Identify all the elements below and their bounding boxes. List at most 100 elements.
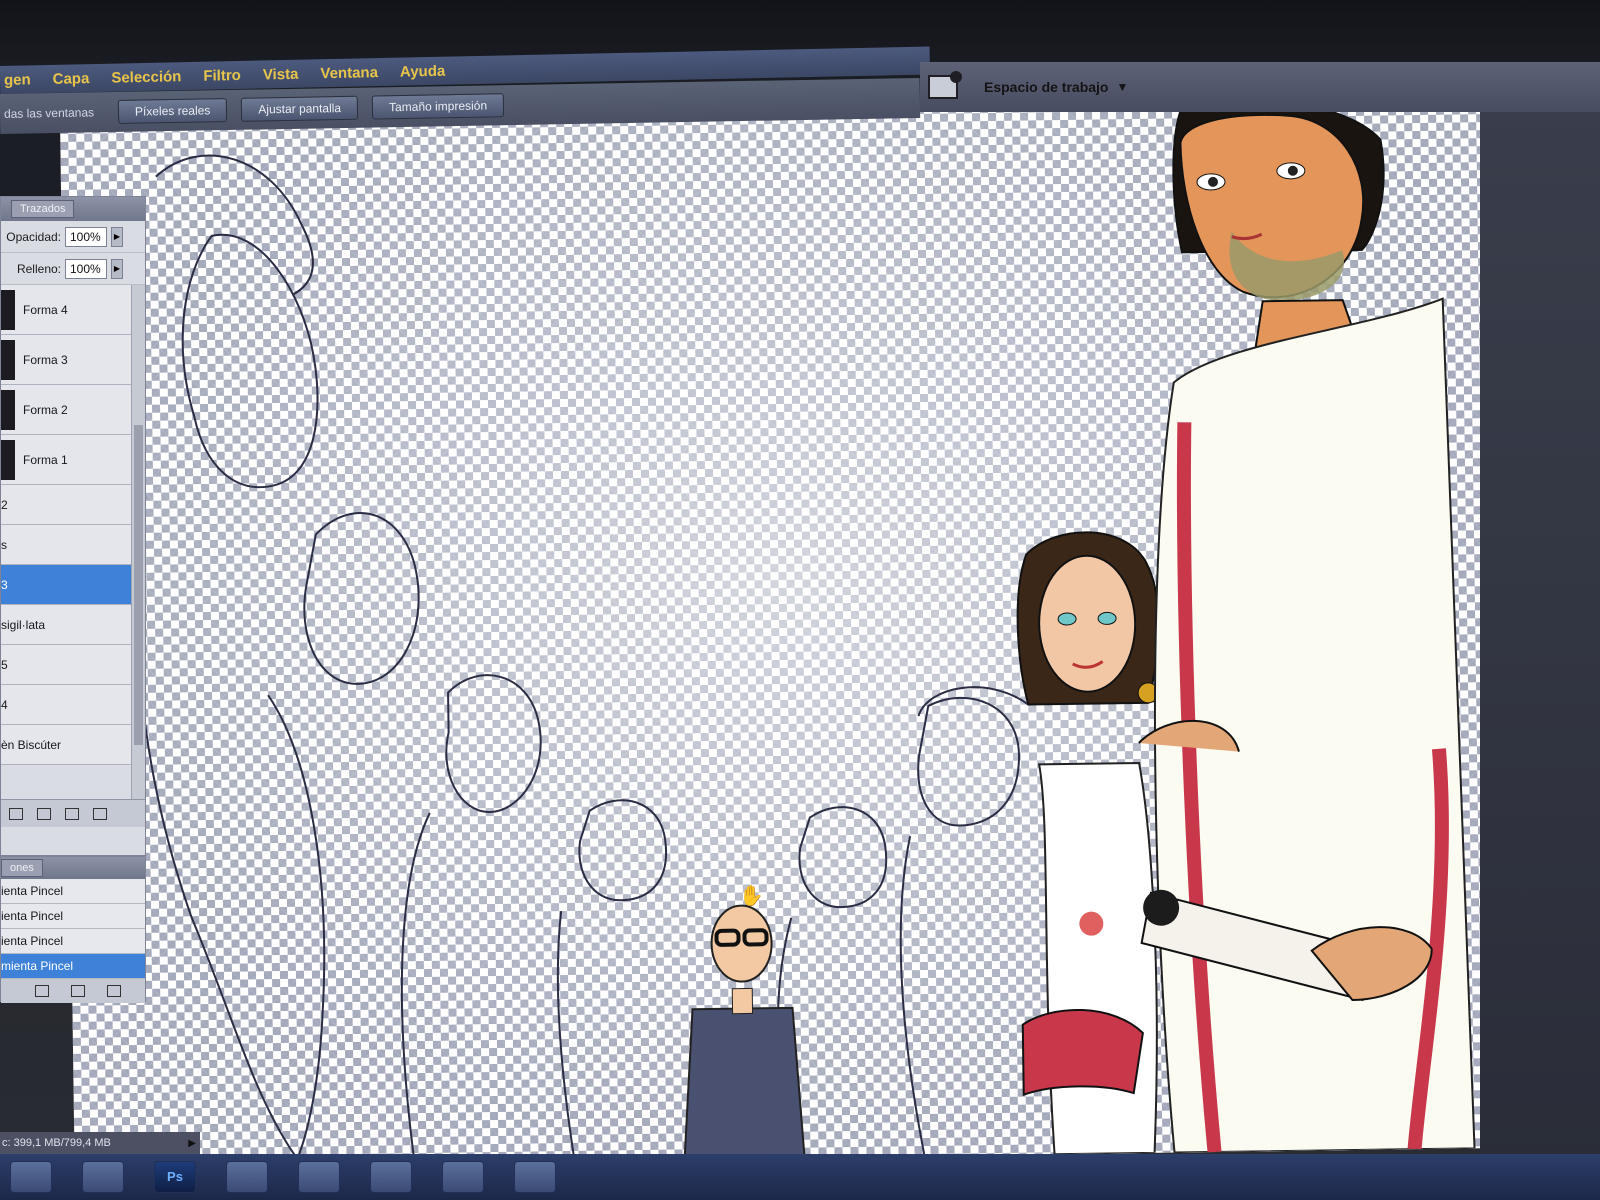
tab-paths[interactable]: Trazados xyxy=(11,200,75,218)
actual-pixels-button[interactable]: Píxeles reales xyxy=(117,98,228,124)
menu-item-layer[interactable]: Capa xyxy=(52,70,89,88)
opacity-arrow-icon[interactable]: ▶ xyxy=(111,226,123,247)
menu-item-filter[interactable]: Filtro xyxy=(203,66,241,84)
history-panel: ones ienta Pincel ienta Pincel ienta Pin… xyxy=(0,856,146,1003)
fill-row: Relleno: 100% ▶ xyxy=(1,253,145,285)
lineart-figures xyxy=(136,154,1029,1166)
lineart-head-6 xyxy=(917,696,1020,827)
layers-panel: Trazados Opacidad: 100% ▶ Relleno: 100% … xyxy=(0,196,146,856)
lineart-headdress xyxy=(155,154,314,296)
taskbar-explorer-icon[interactable] xyxy=(82,1161,124,1193)
layer-row-sigillata[interactable]: sigil·lata xyxy=(1,605,145,645)
document-size-status: c: 399,1 MB/799,4 MB xyxy=(2,1137,111,1149)
layer-name: 5 xyxy=(1,657,8,672)
layer-name: 2 xyxy=(1,497,8,512)
adjustment-layer-icon[interactable] xyxy=(9,807,23,820)
history-entry[interactable]: ienta Pincel xyxy=(1,879,145,904)
taskbar-start-icon[interactable] xyxy=(10,1161,52,1193)
taskbar: Ps xyxy=(0,1154,1600,1200)
layer-row-forma-2[interactable]: Forma 2 xyxy=(1,385,145,435)
layer-name: Forma 3 xyxy=(23,352,68,367)
history-panel-footer xyxy=(1,979,145,1003)
lineart-body-4 xyxy=(556,910,576,1162)
all-windows-label[interactable]: das las ventanas xyxy=(4,105,104,121)
layer-row-3[interactable]: 3 xyxy=(1,565,145,605)
layer-row-2[interactable]: 2 xyxy=(1,485,145,525)
lineart-body-3 xyxy=(400,812,431,1164)
lineart-head-3 xyxy=(445,674,542,814)
fill-label: Relleno: xyxy=(16,261,61,276)
new-document-icon[interactable] xyxy=(35,985,49,997)
new-layer-icon[interactable] xyxy=(65,807,79,820)
history-entry[interactable]: ienta Pincel xyxy=(1,904,145,929)
document-canvas[interactable]: ✋ xyxy=(60,98,1495,1168)
taskbar-app-icon[interactable] xyxy=(298,1161,340,1193)
taskbar-app-icon[interactable] xyxy=(514,1161,556,1193)
layers-scrollbar-thumb[interactable] xyxy=(134,425,143,745)
lineart-head-2 xyxy=(303,512,420,685)
print-size-button[interactable]: Tamaño impresión xyxy=(371,93,505,120)
layer-thumbnail xyxy=(1,439,15,480)
workspace-bar: Espacio de trabajo ▼ xyxy=(920,62,1600,112)
trash-icon[interactable] xyxy=(107,985,121,997)
layer-row-forma-1[interactable]: Forma 1 xyxy=(1,435,145,485)
hand-tool-cursor-icon: ✋ xyxy=(738,885,764,908)
snapshot-icon[interactable] xyxy=(71,985,85,997)
opacity-input[interactable]: 100% xyxy=(65,226,107,247)
figure-tall-man xyxy=(1138,99,1476,1154)
taskbar-browser-icon[interactable] xyxy=(226,1161,268,1193)
layer-row-forma-3[interactable]: Forma 3 xyxy=(1,335,145,385)
history-panel-tabs: ones xyxy=(1,857,145,879)
lineart-head-4 xyxy=(578,799,668,902)
layer-name: 4 xyxy=(1,697,8,712)
history-entry-selected[interactable]: mienta Pincel xyxy=(1,954,145,979)
screen: ✋ gen Capa Selección Filtro Vista Ventan… xyxy=(0,0,1600,1200)
lineart-head-left xyxy=(181,233,319,489)
layer-thumbnail xyxy=(1,339,15,380)
fill-arrow-icon[interactable]: ▶ xyxy=(111,258,123,279)
lineart-body-2 xyxy=(267,694,326,1166)
layer-name: èn Biscúter xyxy=(1,737,62,752)
status-bar: c: 399,1 MB/799,4 MB ▶ xyxy=(0,1132,200,1154)
opacity-label: Opacidad: xyxy=(6,229,61,244)
menu-item-window[interactable]: Ventana xyxy=(320,64,378,82)
status-menu-arrow-icon[interactable]: ▶ xyxy=(188,1138,196,1149)
workspace-dropdown[interactable]: Espacio de trabajo xyxy=(984,79,1108,95)
chevron-down-icon[interactable]: ▼ xyxy=(1116,80,1128,94)
layer-thumbnail xyxy=(1,289,15,330)
layer-name: 3 xyxy=(1,577,8,592)
trash-icon[interactable] xyxy=(93,807,107,820)
new-group-icon[interactable] xyxy=(37,807,51,820)
layer-list: Forma 4 Forma 3 Forma 2 Forma 1 2 s 3 si… xyxy=(1,285,145,799)
layer-row-forma-4[interactable]: Forma 4 xyxy=(1,285,145,335)
workspace-gutter xyxy=(1480,90,1600,1170)
taskbar-photoshop-button[interactable]: Ps xyxy=(154,1161,196,1193)
layer-name: Forma 2 xyxy=(23,402,68,417)
menu-item-view[interactable]: Vista xyxy=(263,65,299,83)
layer-row-5[interactable]: 5 xyxy=(1,645,145,685)
layers-panel-tabs: Trazados xyxy=(1,197,145,221)
menu-item-help[interactable]: Ayuda xyxy=(400,62,446,80)
menu-item-select[interactable]: Selección xyxy=(111,68,181,86)
lineart-cap xyxy=(917,686,1029,717)
camera-icon[interactable] xyxy=(928,71,962,99)
layer-name: Forma 4 xyxy=(23,302,68,317)
layers-scrollbar[interactable] xyxy=(131,285,145,799)
opacity-row: Opacidad: 100% ▶ xyxy=(1,221,145,253)
history-entry[interactable]: ienta Pincel xyxy=(1,929,145,954)
layer-name: s xyxy=(1,537,7,552)
lineart-head-5 xyxy=(798,806,888,909)
taskbar-app-icon[interactable] xyxy=(370,1161,412,1193)
fit-screen-button[interactable]: Ajustar pantalla xyxy=(241,95,359,122)
menu-item-image[interactable]: gen xyxy=(4,71,31,89)
fill-input[interactable]: 100% xyxy=(65,258,107,279)
lineart-robe xyxy=(136,496,296,1156)
lineart-body-6 xyxy=(899,835,926,1157)
layer-row-s[interactable]: s xyxy=(1,525,145,565)
layer-row-biscuter[interactable]: èn Biscúter xyxy=(1,725,145,765)
layer-name: Forma 1 xyxy=(23,452,68,467)
layer-row-4[interactable]: 4 xyxy=(1,685,145,725)
taskbar-app-icon[interactable] xyxy=(442,1161,484,1193)
photoshop-icon: Ps xyxy=(167,1169,183,1184)
tab-history[interactable]: ones xyxy=(1,859,43,877)
